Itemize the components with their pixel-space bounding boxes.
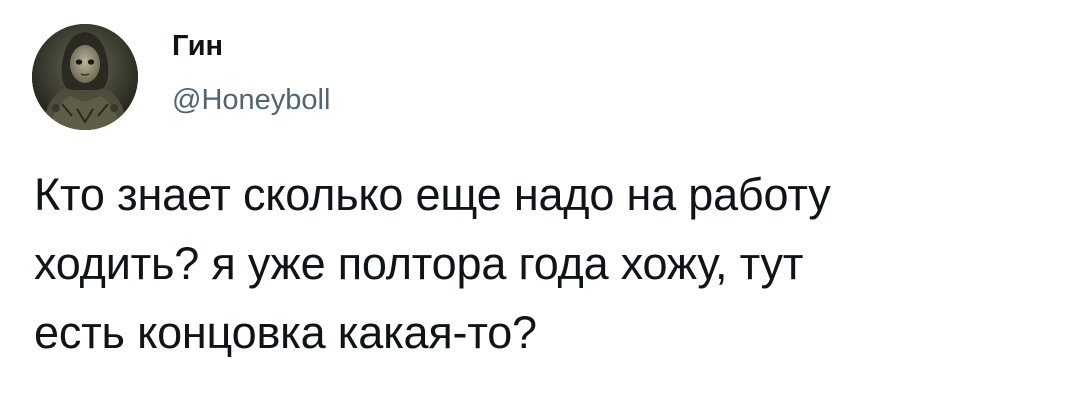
author-name[interactable]: Гин	[172, 28, 223, 64]
user-avatar[interactable]	[32, 24, 138, 130]
author-handle[interactable]: @Honeyboll	[172, 82, 330, 118]
tweet-text: Кто знает сколько еще надо на работу ход…	[34, 169, 831, 358]
avatar-image	[32, 24, 138, 130]
tweet-card: Гин @Honeyboll Кто знает сколько еще над…	[0, 0, 1080, 403]
